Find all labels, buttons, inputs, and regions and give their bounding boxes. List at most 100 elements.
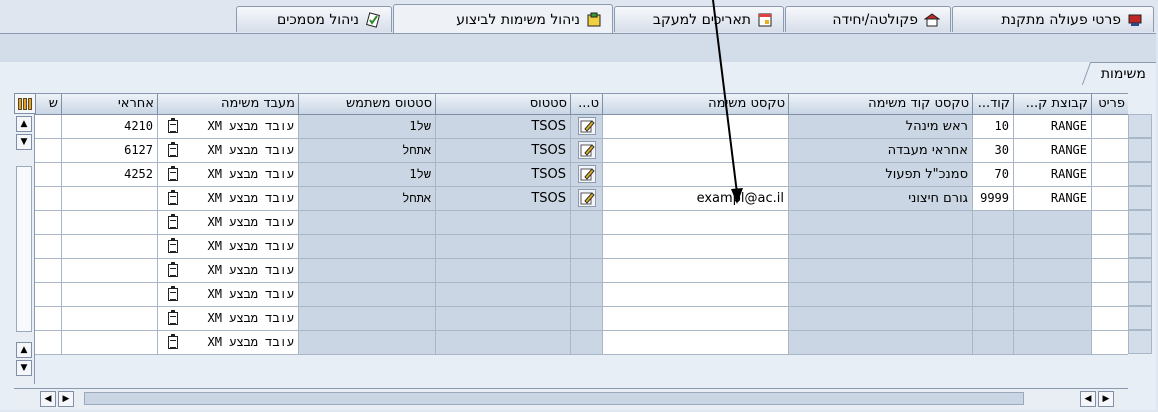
cell-responsible[interactable] (61, 187, 157, 211)
cell-edit[interactable] (570, 331, 602, 355)
vertical-scroll-thumb[interactable] (16, 166, 32, 332)
cell-edit[interactable] (570, 163, 602, 187)
scroll-right-icon[interactable]: ▶ (58, 391, 74, 407)
col-header-responsible[interactable]: אחראי (61, 94, 157, 115)
cell-code[interactable]: 30 (972, 139, 1013, 163)
scroll-page-up-icon[interactable]: ▲ (16, 342, 32, 358)
cell-item[interactable] (1091, 139, 1128, 163)
cell-edit[interactable] (570, 259, 602, 283)
cell-processor[interactable]: XM עובד מבצע (157, 187, 298, 211)
table-row[interactable]: RANGE 70 סמנכ"ל תפעול TSOS 1של XM עובד מבצע 42… (14, 163, 1128, 187)
scroll-page-right-icon[interactable]: ▶ (1098, 391, 1114, 407)
clipboard-icon[interactable] (168, 142, 178, 157)
cell-task-text[interactable] (602, 307, 788, 331)
horizontal-scrollbar[interactable]: ◀ ▶ ◀ ▶ (14, 388, 1128, 409)
cell-task-text[interactable] (602, 259, 788, 283)
cell-code[interactable] (972, 259, 1013, 283)
cell-code[interactable] (972, 283, 1013, 307)
cell-code[interactable] (972, 235, 1013, 259)
cell-edit[interactable] (570, 283, 602, 307)
cell-code[interactable] (972, 331, 1013, 355)
cell-item[interactable] (1091, 163, 1128, 187)
table-row[interactable]: XM עובד מבצע (14, 307, 1128, 331)
cell-responsible[interactable] (61, 235, 157, 259)
cell-code[interactable] (972, 307, 1013, 331)
cell-group[interactable]: RANGE (1013, 115, 1091, 139)
cell-responsible[interactable] (61, 283, 157, 307)
horizontal-scroll-thumb[interactable] (84, 392, 1024, 405)
edit-icon[interactable] (577, 141, 596, 159)
cell-code[interactable]: 70 (972, 163, 1013, 187)
col-header-user-status[interactable]: סטטוס משתמש (298, 94, 435, 115)
row-selector[interactable] (1128, 306, 1152, 330)
cell-responsible[interactable] (61, 331, 157, 355)
table-row[interactable]: XM עובד מבצע (14, 235, 1128, 259)
clipboard-icon[interactable] (168, 118, 178, 133)
col-header-code-text[interactable]: טקסט קוד משימה (788, 94, 972, 115)
row-selector[interactable] (1128, 282, 1152, 306)
tab-document-management[interactable]: ניהול מסמכים (236, 6, 392, 32)
scroll-page-left-icon[interactable]: ◀ (1080, 391, 1096, 407)
edit-icon[interactable] (577, 117, 596, 135)
cell-processor[interactable]: XM עובד מבצע (157, 235, 298, 259)
cell-group[interactable] (1013, 331, 1091, 355)
scroll-page-down-icon[interactable]: ▼ (16, 360, 32, 376)
row-selector[interactable] (1128, 330, 1152, 354)
cell-task-text[interactable] (602, 211, 788, 235)
table-row[interactable]: XM עובד מבצע (14, 211, 1128, 235)
cell-item[interactable] (1091, 187, 1128, 211)
col-header-task-text[interactable]: טקסט משימה (602, 94, 788, 115)
cell-responsible[interactable] (61, 211, 157, 235)
row-selector[interactable] (1128, 114, 1152, 138)
clipboard-icon[interactable] (168, 190, 178, 205)
row-selector[interactable] (1128, 138, 1152, 162)
cell-code[interactable] (972, 211, 1013, 235)
cell-item[interactable] (1091, 235, 1128, 259)
tab-corrective-action[interactable]: פרטי פעולה מתקנת (952, 6, 1154, 32)
cell-group[interactable]: RANGE (1013, 187, 1091, 211)
cell-item[interactable] (1091, 211, 1128, 235)
cell-group[interactable]: RANGE (1013, 163, 1091, 187)
cell-task-text[interactable] (602, 115, 788, 139)
scroll-up-icon[interactable]: ▲ (16, 116, 32, 132)
edit-icon[interactable] (577, 165, 596, 183)
cell-task-text[interactable] (602, 283, 788, 307)
cell-item[interactable] (1091, 259, 1128, 283)
clipboard-icon[interactable] (168, 310, 178, 325)
cell-edit[interactable] (570, 235, 602, 259)
clipboard-icon[interactable] (168, 238, 178, 253)
clipboard-icon[interactable] (168, 166, 178, 181)
cell-edit[interactable] (570, 307, 602, 331)
cell-group[interactable] (1013, 283, 1091, 307)
vertical-scrollbar[interactable]: ▲ ▼ ▲ ▼ (14, 114, 35, 384)
cell-task-text[interactable] (602, 331, 788, 355)
cell-group[interactable] (1013, 259, 1091, 283)
cell-item[interactable] (1091, 283, 1128, 307)
cell-edit[interactable] (570, 211, 602, 235)
table-row[interactable]: RANGE 9999 גורם חיצוני exampl@ac.il TSOS אתחל… (14, 187, 1128, 211)
cell-code[interactable]: 10 (972, 115, 1013, 139)
cell-group[interactable] (1013, 307, 1091, 331)
clipboard-icon[interactable] (168, 214, 178, 229)
table-row[interactable]: RANGE10ראש מינהלTSOS1שלXM עובד מבצע4210ד (14, 115, 1128, 139)
tab-task-management[interactable]: ניהול משימות לביצוע (393, 4, 613, 34)
edit-icon[interactable] (577, 189, 596, 207)
col-header-group[interactable]: קבוצת ק... (1013, 94, 1091, 115)
col-header-t[interactable]: ט... (570, 94, 602, 115)
cell-task-text[interactable]: exampl@ac.il (602, 187, 788, 211)
table-settings-icon[interactable] (14, 93, 36, 114)
col-header-code[interactable]: קוד... (972, 94, 1013, 115)
col-header-processor[interactable]: מעבד משימה (157, 94, 298, 115)
row-selector[interactable] (1128, 258, 1152, 282)
cell-processor[interactable]: XM עובד מבצע (157, 163, 298, 187)
table-row[interactable]: RANGE 30 אחראי מעבדה TSOS אתחל XM עובד מבצע 61… (14, 139, 1128, 163)
col-header-item[interactable]: פריט (1091, 94, 1128, 115)
cell-code[interactable]: 9999 (972, 187, 1013, 211)
cell-edit[interactable] (570, 187, 602, 211)
cell-item[interactable] (1091, 115, 1128, 139)
scroll-down-icon[interactable]: ▼ (16, 134, 32, 150)
scroll-left-icon[interactable]: ◀ (40, 391, 56, 407)
table-row[interactable]: XM עובד מבצע (14, 283, 1128, 307)
tab-tracking-dates[interactable]: תאריכים למעקב (614, 6, 784, 32)
clipboard-icon[interactable] (168, 262, 178, 277)
